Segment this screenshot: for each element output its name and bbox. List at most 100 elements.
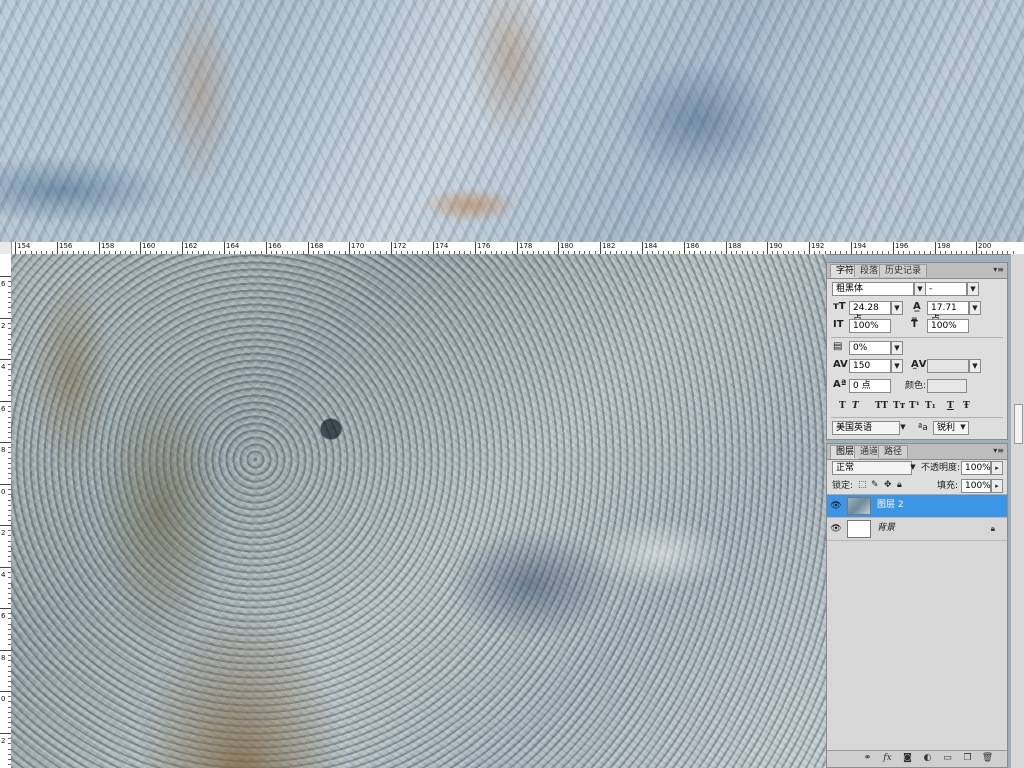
ruler-minor-tick <box>961 251 962 254</box>
chevron-down-icon[interactable]: ▼ <box>891 301 903 315</box>
scrollbar-thumb[interactable] <box>1014 404 1023 444</box>
new-group-icon[interactable]: ▭ <box>941 752 954 765</box>
ruler-label: 174 <box>435 242 449 250</box>
subscript-button[interactable]: T₁ <box>925 400 936 412</box>
ruler-tick <box>0 318 11 319</box>
chevron-down-icon[interactable]: ▼ <box>969 359 981 373</box>
ruler-minor-tick <box>914 251 915 254</box>
eye-icon[interactable]: 👁︎ <box>830 500 842 512</box>
vertical-scrollbar[interactable] <box>1010 254 1024 768</box>
chevron-down-icon[interactable]: ▼ <box>907 461 919 475</box>
ruler-minor-tick <box>840 251 841 254</box>
ruler-tick <box>0 733 11 734</box>
horizontal-scale-icon: T̿ <box>911 319 918 330</box>
ruler-label: 194 <box>853 242 867 250</box>
adjustment-layer-icon[interactable]: ◐ <box>921 752 934 765</box>
font-family-select[interactable]: 粗黑体 <box>832 282 914 296</box>
ruler-label: 4 <box>1 571 6 579</box>
chevron-down-icon[interactable]: ▼ <box>897 421 909 435</box>
ruler-minor-tick <box>830 251 831 254</box>
chevron-down-icon[interactable]: ▼ <box>957 421 969 435</box>
ruler-minor-tick <box>945 251 946 254</box>
font-size-field[interactable]: 24.28 点 <box>849 301 891 325</box>
all-caps-button[interactable]: TT <box>875 400 888 412</box>
layer-row[interactable]: 👁︎ 背景 🔒︎ <box>827 518 1007 541</box>
ruler-tick <box>0 691 11 692</box>
ruler-label: 2 <box>1 529 6 537</box>
ruler-label: 0 <box>1 695 6 703</box>
lock-position-icon[interactable]: ✥ <box>884 479 892 491</box>
ruler-label: 162 <box>184 242 198 250</box>
faux-italic-button[interactable]: T <box>852 400 859 412</box>
chevron-down-icon[interactable]: ▼ <box>967 282 979 296</box>
ruler-label: 156 <box>59 242 73 250</box>
ruler-minor-tick <box>986 251 987 254</box>
ruler-minor-tick <box>924 251 925 254</box>
fill-label: 填充: <box>937 481 959 491</box>
ruler-label: 192 <box>811 242 825 250</box>
layer-row[interactable]: 👁︎ 图层 2 <box>827 495 1007 518</box>
character-panel-tabs: 字符 段落 历史记录 ▾≡ <box>827 263 1007 279</box>
ruler-minor-tick <box>981 251 982 254</box>
chevron-down-icon[interactable]: ▼ <box>969 301 981 315</box>
layer-list: 👁︎ 图层 2 👁︎ 背景 🔒︎ <box>827 494 1007 750</box>
vertical-scale-field[interactable]: 100% <box>849 319 891 333</box>
tsume-field[interactable]: 0% <box>849 341 891 355</box>
lock-transparent-pixels-icon[interactable]: ⬚ <box>858 479 867 491</box>
ruler-tick <box>0 608 11 609</box>
ruler-minor-tick <box>992 251 993 254</box>
ruler-tick <box>0 567 11 568</box>
leading-icon: A̲ <box>913 301 921 312</box>
tracking-field[interactable]: 150 <box>849 359 891 373</box>
text-color-swatch[interactable] <box>927 379 967 393</box>
kerning-field[interactable] <box>927 359 969 373</box>
fill-field[interactable]: 100% <box>961 479 991 493</box>
ruler-label: 0 <box>1 488 6 496</box>
baseline-shift-field[interactable]: 0 点 <box>849 379 891 393</box>
tab-paths[interactable]: 路径 <box>878 445 909 458</box>
ruler-tick <box>0 650 11 651</box>
horizontal-scale-field[interactable]: 100% <box>927 319 969 333</box>
ruler-tick <box>224 242 225 254</box>
font-style-select[interactable]: - <box>925 282 967 296</box>
superscript-button[interactable]: T¹ <box>909 400 920 412</box>
chevron-right-icon[interactable]: ▸ <box>991 461 1003 475</box>
eye-icon[interactable]: 👁︎ <box>830 523 842 535</box>
leading-field[interactable]: 17.71 点 <box>927 301 969 325</box>
ruler-tick <box>15 242 16 254</box>
underline-button[interactable]: T <box>947 400 954 412</box>
ruler-label: 168 <box>310 242 324 250</box>
chevron-right-icon[interactable]: ▸ <box>991 479 1003 493</box>
ruler-origin[interactable] <box>0 242 12 254</box>
panel-menu-icon[interactable]: ▾≡ <box>993 265 1004 274</box>
ruler-label: 2 <box>1 322 6 330</box>
format-button-row: T T TT Tт T¹ T₁ T Ŧ <box>839 400 999 412</box>
link-layers-icon[interactable]: ⚭ <box>861 752 874 765</box>
ruler-label: 4 <box>1 363 6 371</box>
document-canvas[interactable] <box>11 254 826 768</box>
faux-bold-button[interactable]: T <box>839 400 846 412</box>
small-caps-button[interactable]: Tт <box>893 400 905 412</box>
ruler-label: 2 <box>1 737 6 745</box>
tab-history[interactable]: 历史记录 <box>879 264 928 277</box>
ruler-minor-tick <box>919 251 920 254</box>
ruler-minor-tick <box>835 251 836 254</box>
trash-icon[interactable]: 🗑︎ <box>981 752 994 765</box>
chevron-down-icon[interactable]: ▼ <box>891 359 903 373</box>
layer-style-icon[interactable]: fx <box>881 752 894 765</box>
blend-mode-select[interactable]: 正常 <box>832 461 912 475</box>
chevron-down-icon[interactable]: ▼ <box>891 341 903 355</box>
color-label: 颜色: <box>905 381 927 391</box>
strikethrough-button[interactable]: Ŧ <box>963 400 970 412</box>
new-layer-icon[interactable]: ❐ <box>961 752 974 765</box>
ruler-minor-tick <box>997 251 998 254</box>
panel-menu-icon[interactable]: ▾≡ <box>993 446 1004 455</box>
ruler-tick <box>0 442 11 443</box>
opacity-field[interactable]: 100% <box>961 461 991 475</box>
layer-name: 背景 <box>877 523 896 533</box>
lock-all-icon[interactable]: 🔒︎ <box>897 479 902 491</box>
ruler-tick <box>0 401 11 402</box>
lock-image-pixels-icon[interactable]: ✎ <box>871 479 879 491</box>
add-mask-icon[interactable]: ◙ <box>901 752 914 765</box>
language-select[interactable]: 美国英语 <box>832 421 900 435</box>
